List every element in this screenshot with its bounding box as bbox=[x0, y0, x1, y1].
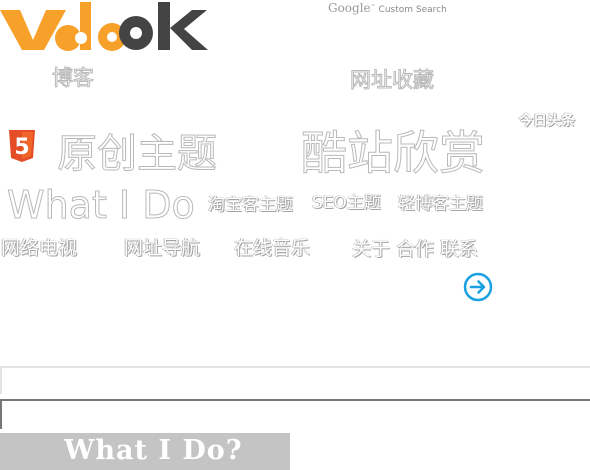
tile-about-contact[interactable]: 关于 合作 联系 bbox=[352, 234, 478, 261]
tile-light-blog-themes[interactable]: 轻博客主题 bbox=[398, 189, 483, 214]
divider-bottom bbox=[0, 399, 590, 401]
tile-blog[interactable]: 博客 bbox=[52, 62, 95, 92]
divider-bottom-edge bbox=[0, 399, 2, 429]
divider-top bbox=[0, 366, 590, 368]
site-logo[interactable] bbox=[0, 0, 210, 56]
google-brand: Google bbox=[328, 1, 371, 15]
tile-what-i-do[interactable]: What I Do bbox=[7, 183, 196, 228]
custom-search-text: Custom Search bbox=[378, 5, 447, 15]
tile-cool-sites[interactable]: 酷站欣赏 bbox=[301, 117, 486, 183]
tile-web-tv[interactable]: 网络电视 bbox=[1, 233, 77, 260]
html5-badge-text: 5 bbox=[14, 135, 29, 160]
tile-favorites[interactable]: 网址收藏 bbox=[350, 64, 435, 94]
tile-seo-themes[interactable]: SEO主题 bbox=[312, 188, 381, 213]
banner-title: What I Do? bbox=[64, 435, 243, 466]
arrow-right-icon[interactable] bbox=[463, 272, 493, 302]
google-custom-search-label[interactable]: Google™ Custom Search bbox=[328, 1, 447, 15]
tile-original-themes[interactable]: 原创主题 bbox=[57, 121, 218, 179]
html5-icon: 5 bbox=[8, 129, 36, 163]
tile-taobao-themes[interactable]: 淘宝客主题 bbox=[208, 190, 293, 215]
tile-online-music[interactable]: 在线音乐 bbox=[234, 233, 310, 260]
divider-top-edge bbox=[0, 366, 2, 394]
trademark-mark: ™ bbox=[370, 4, 376, 10]
tile-toutiao[interactable]: 今日头条 bbox=[519, 110, 575, 130]
what-i-do-banner: What I Do? bbox=[0, 433, 290, 470]
tile-url-nav[interactable]: 网址导航 bbox=[124, 233, 200, 260]
